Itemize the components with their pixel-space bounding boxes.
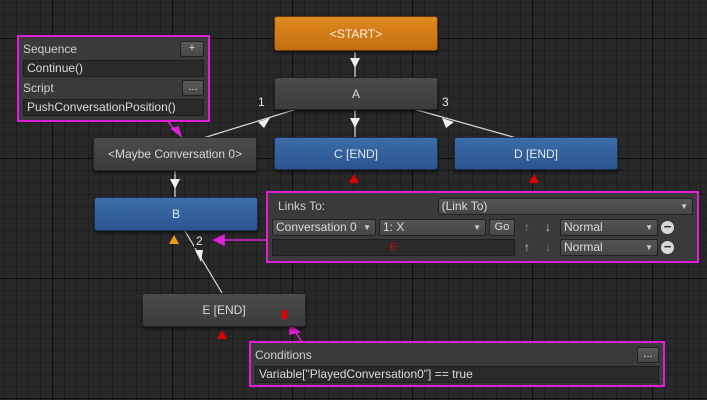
chevron-down-icon: ▼	[645, 243, 653, 252]
conditions-field[interactable]: Variable["PlayedConversation0"] == true	[255, 366, 659, 383]
end-marker-e-icon	[217, 330, 227, 339]
link-entry-field[interactable]: E	[272, 239, 515, 256]
priority-dropdown-2[interactable]: Normal ▼	[560, 239, 658, 256]
entry-dropdown[interactable]: 1: X ▼	[379, 219, 486, 236]
priority-value-1: Normal	[564, 220, 603, 234]
chevron-down-icon: ▼	[680, 201, 688, 211]
script-label: Script	[23, 81, 54, 95]
links-to-label: Links To:	[278, 199, 326, 213]
conditions-options-button[interactable]: ...	[637, 347, 659, 363]
remove-link-icon[interactable]: −	[661, 220, 674, 234]
condition-marker-e-icon	[282, 310, 287, 319]
node-b[interactable]: B	[94, 197, 258, 231]
add-sequence-button[interactable]: +	[180, 41, 204, 57]
warning-marker-b-icon	[169, 235, 179, 244]
sequence-panel: Sequence + Continue() Script ... PushCon…	[17, 35, 210, 122]
link-a-maybe	[199, 107, 301, 140]
node-a[interactable]: A	[274, 77, 438, 110]
link-number-a-left: 1	[256, 95, 267, 109]
start-node-label: <START>	[329, 26, 383, 41]
script-options-button[interactable]: ...	[182, 80, 204, 96]
link-a-d	[409, 107, 521, 140]
links-panel: Links To: (Link To) ▼ Conversation 0 ▼ 1…	[266, 191, 699, 263]
conditions-label: Conditions	[255, 348, 312, 362]
arrow-a-c	[350, 118, 360, 128]
chevron-down-icon: ▼	[645, 223, 653, 232]
move-up-arrow-icon[interactable]: ↑	[518, 239, 536, 256]
sequence-label: Sequence	[23, 42, 78, 56]
links-to-dropdown[interactable]: (Link To) ▼	[437, 197, 693, 215]
conversation-dropdown[interactable]: Conversation 0 ▼	[272, 219, 376, 236]
arrow-start-a	[350, 58, 360, 68]
sequence-field[interactable]: Continue()	[23, 60, 204, 77]
link-number-b: 2	[194, 234, 205, 248]
move-up-arrow-icon[interactable]: ↑	[518, 219, 536, 236]
priority-value-2: Normal	[564, 240, 603, 254]
node-d-label: D [END]	[513, 146, 558, 161]
node-c[interactable]: C [END]	[274, 137, 438, 170]
node-a-label: A	[351, 86, 360, 101]
node-b-label: B	[171, 207, 180, 221]
start-node[interactable]: <START>	[274, 16, 438, 51]
chevron-down-icon: ▼	[363, 223, 371, 232]
conditions-panel: Conditions ... Variable["PlayedConversat…	[249, 341, 665, 387]
node-maybe-label: <Maybe Conversation 0>	[107, 147, 243, 161]
remove-link-icon[interactable]: −	[661, 240, 674, 254]
move-down-arrow-icon[interactable]: ↓	[539, 239, 557, 256]
links-to-value: (Link To)	[441, 198, 488, 213]
link-entry-value: E	[390, 242, 397, 253]
chevron-down-icon: ▼	[473, 223, 481, 232]
link-number-a-right: 3	[440, 95, 451, 109]
go-button[interactable]: Go	[489, 219, 515, 236]
priority-dropdown-1[interactable]: Normal ▼	[560, 219, 658, 236]
conversation-value: Conversation 0	[276, 220, 357, 234]
entry-value: 1: X	[383, 220, 405, 234]
node-maybe-conversation[interactable]: <Maybe Conversation 0>	[93, 137, 333, 171]
node-e-label: E [END]	[202, 303, 246, 317]
node-d[interactable]: D [END]	[454, 137, 618, 170]
end-marker-d-icon	[529, 174, 539, 183]
end-marker-c-icon	[349, 174, 359, 183]
script-field[interactable]: PushConversationPosition()	[23, 99, 204, 116]
node-c-label: C [END]	[333, 146, 378, 161]
move-down-arrow-icon[interactable]: ↓	[539, 219, 557, 236]
arrow-maybe-b	[170, 179, 180, 189]
